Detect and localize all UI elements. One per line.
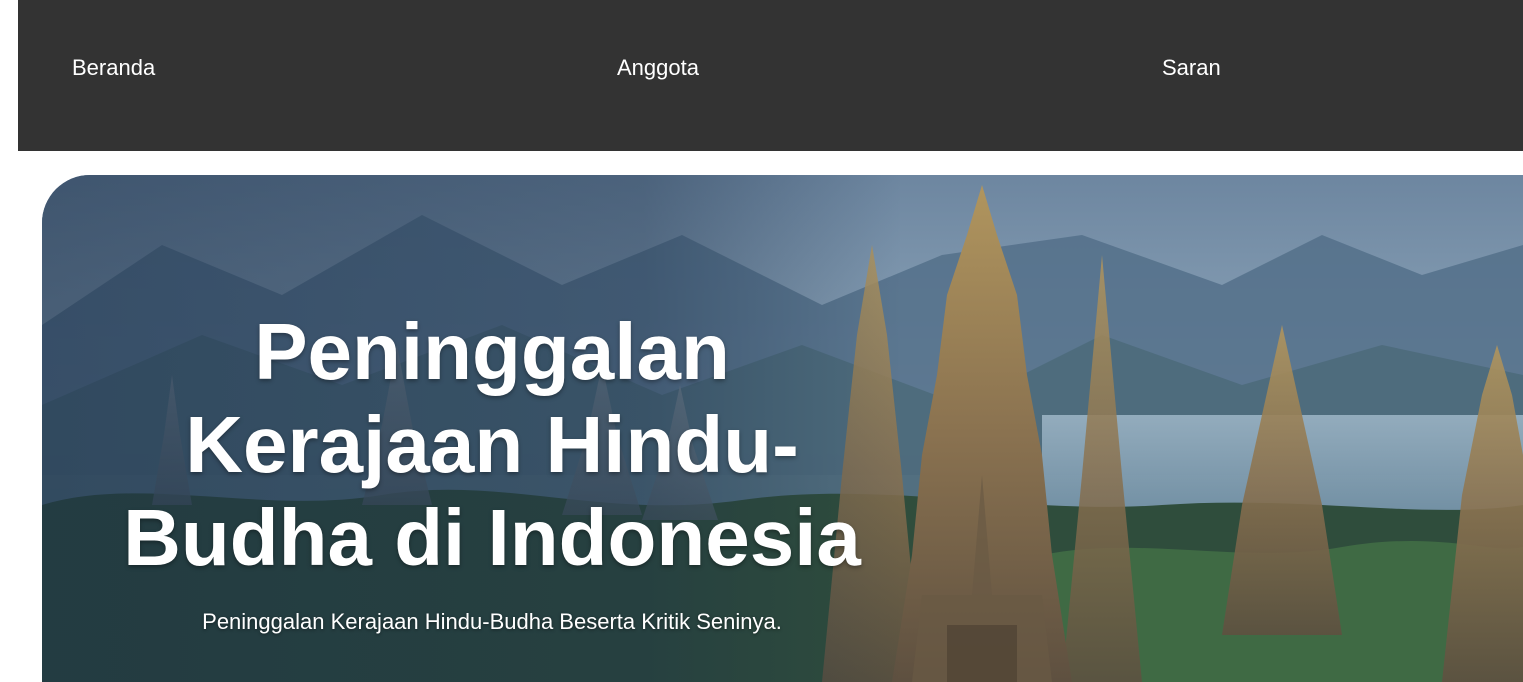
top-navbar: Beranda Anggota Saran xyxy=(18,0,1523,151)
hero-subtitle: Peninggalan Kerajaan Hindu-Budha Beserta… xyxy=(202,609,782,634)
nav-link-saran[interactable]: Saran xyxy=(1162,55,1221,81)
nav-link-beranda[interactable]: Beranda xyxy=(72,55,155,81)
hero-banner: Peninggalan Kerajaan Hindu- Budha di Ind… xyxy=(42,175,1523,682)
hero-title: Peninggalan Kerajaan Hindu- Budha di Ind… xyxy=(123,307,861,582)
nav-link-anggota[interactable]: Anggota xyxy=(617,55,699,81)
